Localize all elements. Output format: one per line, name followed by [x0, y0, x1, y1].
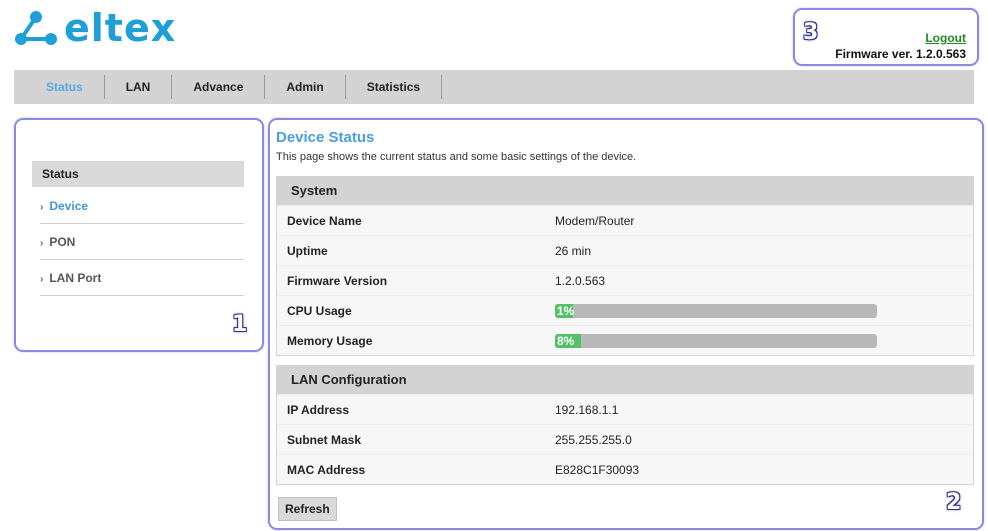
nav-tab-lan[interactable]: LAN [105, 75, 173, 99]
sidebar-item-label: PON [49, 235, 76, 249]
chevron-right-icon: › [40, 202, 44, 213]
nav-tab-advance[interactable]: Advance [172, 75, 266, 99]
page-title: Device Status [276, 129, 375, 146]
table-row: Memory Usage 8% [277, 325, 973, 355]
refresh-button[interactable]: Refresh [278, 497, 337, 521]
sidebar: Status › Device › PON › LAN Port 1 [14, 118, 264, 352]
table-row: Uptime 26 min [277, 235, 973, 265]
nav-tab-status[interactable]: Status [14, 75, 105, 99]
uptime-label: Uptime [287, 243, 328, 258]
cpu-usage-bar: 1% [555, 303, 877, 318]
logout-link[interactable]: Logout [925, 31, 966, 45]
sidebar-item-label: Device [49, 199, 89, 213]
nav-tab-admin[interactable]: Admin [265, 75, 346, 99]
sidebar-item-lan-port[interactable]: › LAN Port [40, 260, 244, 296]
lan-configuration-panel: LAN Configuration IP Address 192.168.1.1… [276, 365, 974, 485]
sidebar-section-title: Status [32, 161, 244, 187]
device-name-label: Device Name [287, 213, 362, 228]
logo-text: ELTEX [64, 6, 177, 50]
page-description: This page shows the current status and s… [276, 151, 637, 163]
callout-number-2: 2 [946, 490, 962, 515]
main-content: Device Status This page shows the curren… [268, 118, 984, 530]
sidebar-item-label: LAN Port [49, 271, 102, 285]
table-row: Firmware Version 1.2.0.563 [277, 265, 973, 295]
firmware-version-value: 1.2.0.563 [555, 273, 606, 288]
mac-address-label: MAC Address [287, 462, 366, 477]
cpu-usage-label: CPU Usage [287, 303, 352, 318]
lan-configuration-heading: LAN Configuration [277, 366, 973, 394]
memory-usage-text: 8% [557, 333, 575, 348]
chevron-right-icon: › [40, 274, 44, 285]
table-row: Device Name Modem/Router [277, 205, 973, 235]
eltex-logo: ELTEX [14, 8, 176, 48]
mac-address-value: E828C1F30093 [555, 462, 640, 477]
chevron-right-icon: › [40, 238, 44, 249]
firmware-version-label: Firmware Version [287, 273, 388, 288]
device-name-value: Modem/Router [555, 213, 635, 228]
sidebar-item-pon[interactable]: › PON [40, 224, 244, 260]
memory-usage-label: Memory Usage [287, 333, 373, 348]
system-heading: System [277, 177, 973, 205]
sidebar-item-device[interactable]: › Device [40, 188, 244, 224]
cpu-usage-text: 1% [557, 303, 575, 318]
callout-number-1: 1 [232, 312, 248, 337]
table-row: CPU Usage 1% [277, 295, 973, 325]
firmware-version-header: Firmware ver. 1.2.0.563 [835, 47, 966, 61]
top-navigation: Status LAN Advance Admin Statistics [14, 70, 974, 104]
eltex-logo-icon [15, 11, 57, 45]
subnet-mask-label: Subnet Mask [287, 432, 362, 447]
memory-usage-bar: 8% [555, 333, 877, 348]
system-panel: System Device Name Modem/Router Uptime 2… [276, 176, 974, 356]
uptime-value: 26 min [555, 243, 592, 258]
nav-tab-statistics[interactable]: Statistics [346, 75, 443, 99]
callout-number-3: 3 [803, 20, 819, 45]
table-row: IP Address 192.168.1.1 [277, 394, 973, 424]
table-row: MAC Address E828C1F30093 [277, 454, 973, 484]
subnet-mask-value: 255.255.255.0 [555, 432, 632, 447]
table-row: Subnet Mask 255.255.255.0 [277, 424, 973, 454]
ip-address-value: 192.168.1.1 [555, 402, 619, 417]
ip-address-label: IP Address [287, 402, 350, 417]
